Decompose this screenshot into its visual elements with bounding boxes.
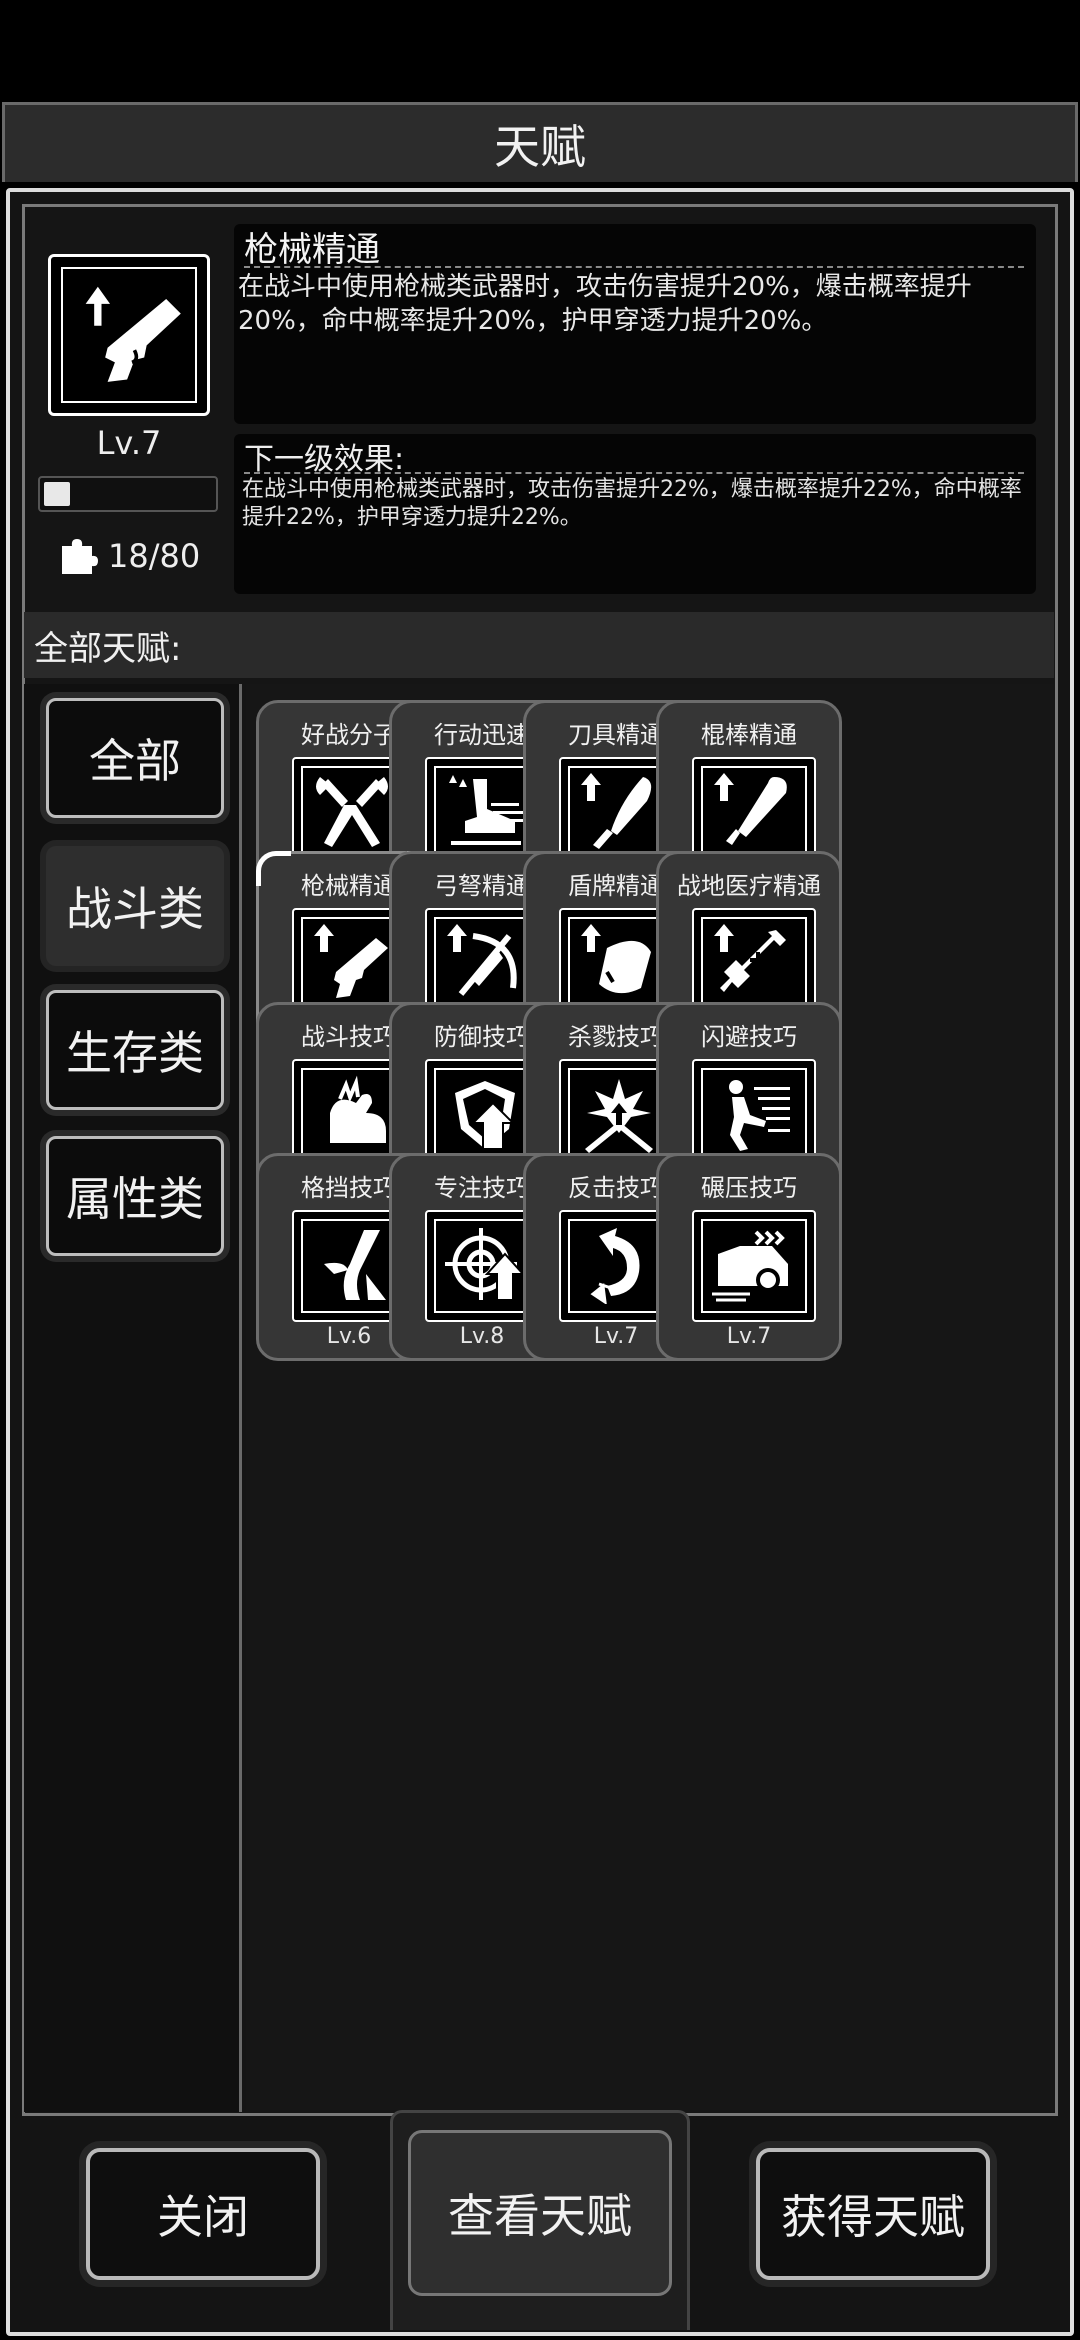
level-progress-fill bbox=[44, 482, 70, 506]
puzzle-piece-icon bbox=[62, 539, 98, 574]
selected-talent-level: Lv.7 bbox=[96, 424, 162, 462]
dodging-figure-icon bbox=[729, 1080, 790, 1151]
running-foot-icon bbox=[449, 775, 525, 845]
pistol-icon bbox=[85, 286, 181, 382]
description-divider bbox=[244, 266, 1024, 268]
talent-name: 战地医疗精通 bbox=[677, 872, 821, 900]
knife-icon bbox=[581, 773, 652, 849]
view-talent-button[interactable]: 查看天赋 bbox=[408, 2130, 672, 2296]
close-button[interactable]: 关闭 bbox=[86, 2148, 320, 2280]
selection-corner bbox=[256, 851, 291, 886]
talent-card[interactable]: 碾压技巧 Lv.7 bbox=[656, 1153, 842, 1361]
talent-name: 碾压技巧 bbox=[701, 1174, 797, 1202]
talent-grid: 好战分子Lv.3行动迅速Lv.5刀具精通Lv.6棍棒精通Lv.7枪械精通Lv.7… bbox=[246, 684, 1054, 2112]
club-icon bbox=[714, 773, 787, 845]
block-arm-icon bbox=[324, 1230, 386, 1300]
tab-survival[interactable]: 生存类 bbox=[46, 990, 224, 1110]
selected-talent-icon bbox=[48, 254, 210, 416]
talent-points: 18/80 bbox=[58, 534, 238, 578]
flexed-arm-icon bbox=[330, 1075, 386, 1143]
selected-talent-description: 在战斗中使用枪械类武器时，攻击伤害提升20%，爆击概率提升20%，命中概率提升2… bbox=[238, 272, 972, 336]
syringe-icon bbox=[714, 924, 786, 992]
section-label: 全部天赋: bbox=[34, 628, 182, 669]
defense-shield-icon bbox=[455, 1081, 516, 1150]
talent-points-value: 18/80 bbox=[108, 537, 201, 575]
counter-arm-icon bbox=[590, 1228, 640, 1304]
section-header: 全部天赋: bbox=[24, 612, 1054, 678]
crossbow-icon bbox=[447, 924, 517, 996]
talent-name: 棍棒精通 bbox=[701, 721, 797, 749]
obtain-talent-button[interactable]: 获得天赋 bbox=[756, 2148, 990, 2280]
car-crash-icon bbox=[712, 1230, 788, 1302]
next-level-description: 在战斗中使用枪械类武器时，攻击伤害提升22%，爆击概率提升22%，命中概率提升2… bbox=[242, 477, 1022, 530]
talent-icon-frame bbox=[692, 1210, 816, 1322]
pistol-icon bbox=[314, 924, 388, 998]
talent-level: Lv.7 bbox=[726, 1324, 772, 1349]
category-tabs: 全部 战斗类 生存类 属性类 bbox=[24, 684, 242, 2112]
title-bar: 天赋 bbox=[2, 102, 1078, 182]
tab-all[interactable]: 全部 bbox=[46, 698, 224, 818]
crosshair-icon bbox=[445, 1228, 526, 1301]
talent-name: 闪避技巧 bbox=[701, 1023, 797, 1051]
tab-combat[interactable]: 战斗类 bbox=[46, 846, 224, 966]
shield-icon bbox=[581, 924, 651, 994]
next-level-divider bbox=[244, 472, 1024, 474]
tab-attribute[interactable]: 属性类 bbox=[46, 1136, 224, 1256]
level-progress-bar bbox=[38, 476, 218, 512]
crossed-swords-icon bbox=[585, 1079, 653, 1153]
page-title: 天赋 bbox=[494, 119, 586, 174]
selected-talent-name: 枪械精通 bbox=[244, 230, 380, 270]
crossed-axes-icon bbox=[316, 777, 388, 847]
